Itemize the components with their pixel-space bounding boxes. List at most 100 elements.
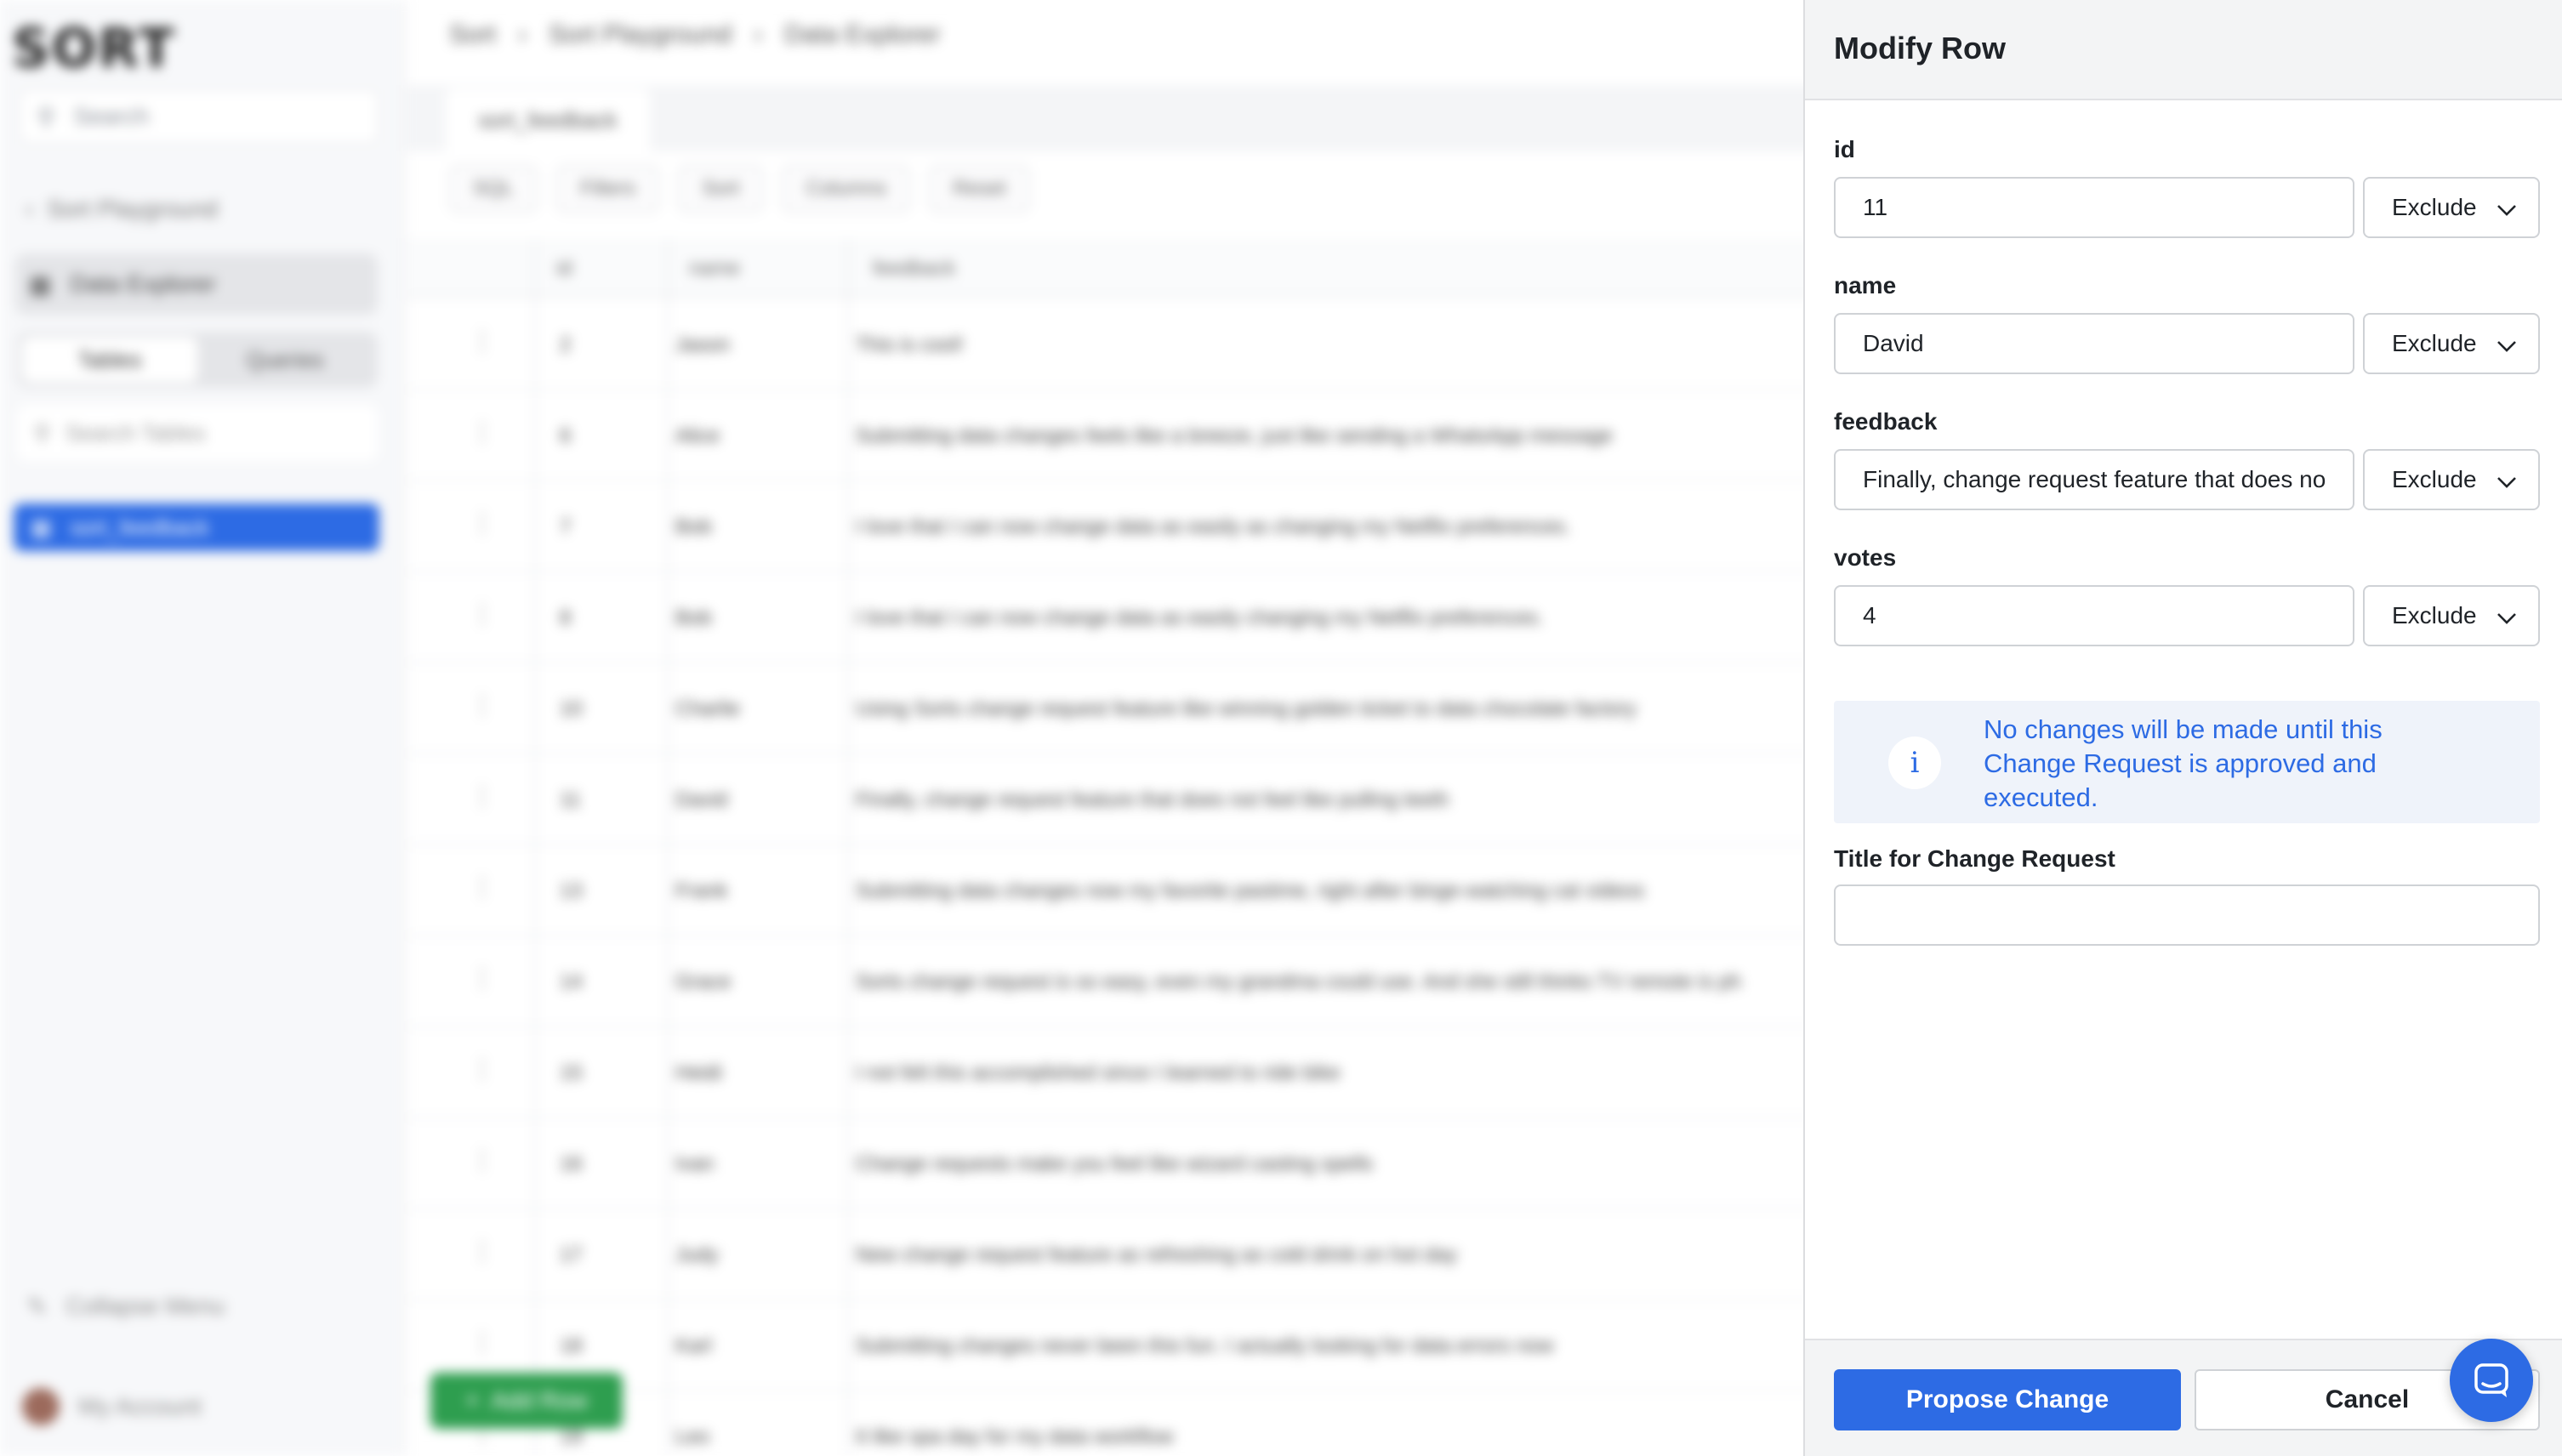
cell-name: Alice	[675, 424, 720, 447]
cell-feedback: Using Sorts change request feature like …	[856, 697, 1637, 720]
cell-name: Bob	[675, 606, 712, 629]
sidebar-table-label: sort_feedback	[70, 514, 209, 540]
avatar	[22, 1388, 60, 1425]
id-mode-value: Exclude	[2392, 194, 2477, 220]
filters-button[interactable]: Filters	[556, 165, 660, 213]
tab-sort-feedback[interactable]: sort_feedback	[446, 88, 650, 151]
chevron-right-icon: ›	[754, 20, 763, 48]
row-menu-icon[interactable]: ⋮	[470, 1146, 495, 1175]
feedback-mode-value: Exclude	[2392, 466, 2477, 492]
cell-feedback: I not felt this accomplished since I lea…	[856, 1061, 1341, 1084]
reset-button[interactable]: Reset	[929, 165, 1030, 213]
tables-queries-toggle: Tables Queries	[17, 332, 378, 388]
add-row-button[interactable]: + Add Row	[430, 1373, 623, 1429]
name-mode-select[interactable]: Exclude	[2363, 313, 2540, 374]
logo: SORT	[12, 17, 176, 79]
back-link-label: Sort Playground	[47, 196, 219, 222]
votes-field[interactable]	[1834, 585, 2354, 646]
sidebar-item-data-explorer[interactable]: ▦ Data Explorer	[15, 253, 378, 315]
cell-name: Leo	[675, 1425, 710, 1448]
votes-mode-select[interactable]: Exclude	[2363, 585, 2540, 646]
my-account-button[interactable]: My Account	[22, 1388, 202, 1425]
sidebar-search[interactable]: ⚲ Search	[19, 88, 379, 145]
cell-name: David	[675, 788, 728, 811]
change-request-title-input[interactable]	[1834, 884, 2540, 946]
field-label-name: name	[1834, 272, 1897, 299]
search-icon: ⚲	[37, 103, 55, 130]
breadcrumb-item[interactable]: Sort	[449, 20, 496, 49]
cell-id: 17	[560, 1243, 583, 1266]
cell-feedback: I love that I can now change data as eas…	[856, 515, 1571, 538]
chevron-down-icon	[2497, 205, 2516, 216]
back-link[interactable]: ‹ Sort Playground	[26, 196, 218, 223]
sidebar-item-label: Data Explorer	[70, 270, 216, 297]
id-field[interactable]	[1834, 177, 2354, 238]
column-header-name[interactable]: name	[689, 257, 740, 281]
chevron-left-icon: ‹	[26, 196, 34, 222]
chat-button[interactable]	[2450, 1339, 2533, 1422]
cell-id: 11	[560, 788, 581, 811]
id-mode-select[interactable]: Exclude	[2363, 177, 2540, 238]
sidebar-table-item[interactable]: ▦ sort_feedback	[14, 503, 379, 551]
row-menu-icon[interactable]: ⋮	[470, 1237, 495, 1266]
cell-id: 16	[560, 1152, 583, 1175]
collapse-menu-label: Collapse Menu	[65, 1293, 225, 1319]
cell-name: Charlie	[675, 697, 741, 720]
change-request-title-label: Title for Change Request	[1834, 845, 2115, 872]
info-text: No changes will be made until this Chang…	[1984, 714, 2383, 812]
columns-button[interactable]: Columns	[782, 165, 911, 213]
search-tables-placeholder: Search Tables	[65, 419, 206, 446]
cell-id: 8	[560, 606, 572, 629]
breadcrumb-item[interactable]: Sort Playground	[549, 20, 732, 49]
propose-change-button[interactable]: Propose Change	[1834, 1369, 2181, 1430]
cell-feedback: Submitting data changes feels like a bre…	[856, 424, 1613, 447]
row-menu-icon[interactable]: ⋮	[470, 782, 495, 811]
name-field[interactable]	[1834, 313, 2354, 374]
cell-feedback: Finally, change request feature that doe…	[856, 788, 1449, 811]
chevron-right-icon: ›	[518, 20, 527, 48]
search-tables-input[interactable]: ⚲ Search Tables	[17, 405, 378, 461]
row-menu-icon[interactable]: ⋮	[470, 600, 495, 629]
pencil-icon: ✎	[27, 1294, 48, 1320]
cell-name: Karl	[675, 1334, 712, 1357]
cell-feedback: Submitting changes never been this fun. …	[856, 1334, 1554, 1357]
cell-id: 2	[560, 333, 572, 356]
panel-footer: Propose Change Cancel	[1805, 1339, 2562, 1456]
tab-tables[interactable]: Tables	[22, 337, 197, 383]
row-menu-icon[interactable]: ⋮	[470, 1328, 495, 1357]
tab-queries[interactable]: Queries	[197, 337, 373, 383]
column-header-id[interactable]: id	[556, 257, 572, 281]
field-label-votes: votes	[1834, 544, 1897, 571]
row-menu-icon[interactable]: ⋮	[470, 509, 495, 538]
breadcrumb-item[interactable]: Data Explorer	[784, 20, 940, 49]
collapse-menu-button[interactable]: ✎ Collapse Menu	[27, 1293, 225, 1321]
cell-name: Bob	[675, 515, 712, 538]
column-header-feedback[interactable]: feedback	[873, 257, 955, 281]
cell-name: Jason	[675, 333, 731, 356]
cell-name: Grace	[675, 970, 732, 993]
breadcrumb: Sort › Sort Playground › Data Explorer	[449, 20, 941, 49]
row-menu-icon[interactable]: ⋮	[470, 418, 495, 447]
add-row-label: Add Row	[491, 1387, 588, 1413]
sql-button[interactable]: SQL	[449, 165, 538, 213]
my-account-label: My Account	[78, 1393, 202, 1419]
cell-feedback: Change requests make you feel like wizar…	[856, 1152, 1374, 1175]
row-menu-icon[interactable]: ⋮	[470, 327, 495, 356]
feedback-mode-select[interactable]: Exclude	[2363, 449, 2540, 510]
cell-feedback: I love that I can now change data as eas…	[856, 606, 1544, 629]
cell-feedback: This is cool!	[856, 333, 964, 356]
row-menu-icon[interactable]: ⋮	[470, 691, 495, 720]
cell-id: 15	[560, 1061, 583, 1084]
table-toolbar: SQL Filters Sort Columns Reset	[449, 165, 1030, 213]
plus-icon: +	[465, 1387, 480, 1413]
row-menu-icon[interactable]: ⋮	[470, 1055, 495, 1084]
panel-header: Modify Row	[1805, 0, 2562, 100]
chevron-down-icon	[2497, 341, 2516, 352]
sort-button[interactable]: Sort	[678, 165, 764, 213]
row-menu-icon[interactable]: ⋮	[470, 964, 495, 993]
row-menu-icon[interactable]: ⋮	[470, 873, 495, 902]
cell-id: 19	[560, 1425, 583, 1448]
name-mode-value: Exclude	[2392, 330, 2477, 356]
feedback-field[interactable]	[1834, 449, 2354, 510]
field-label-id: id	[1834, 136, 1855, 162]
